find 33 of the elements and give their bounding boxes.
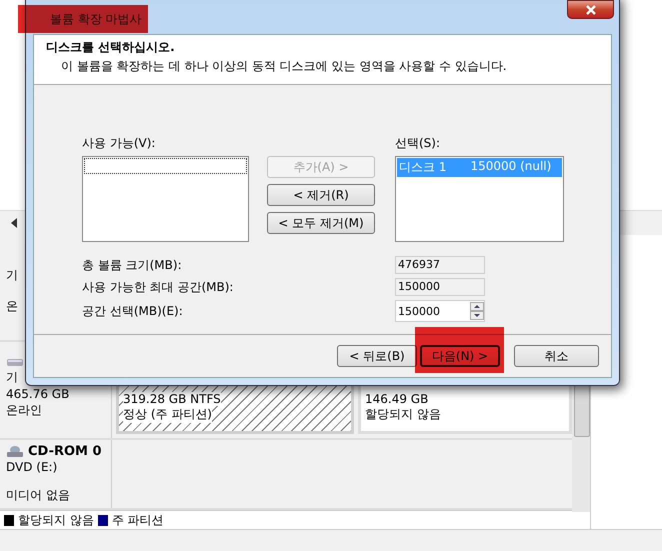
disk-info: 온 <box>6 298 18 316</box>
move-button[interactable]: < 모두 제거(M) <box>267 212 375 234</box>
list-label: 선택(S): <box>395 135 442 152</box>
disk-info: DVD (E:) <box>6 460 58 474</box>
wizard-button[interactable]: < 뒤로(B) <box>337 345 417 367</box>
cd-drive-icon <box>6 446 24 458</box>
disk-info: 기 <box>6 369 18 386</box>
readonly-field: 150000 <box>395 278 485 296</box>
disk-info: 기 <box>6 267 18 284</box>
window-title: 볼륨 확장 마법사 <box>50 11 142 28</box>
disk-name: CD-ROM 0 <box>28 444 102 460</box>
disk-info: 465.76 GB <box>6 387 70 402</box>
disk-status: 미디어 없음 <box>6 487 70 504</box>
available-list[interactable] <box>82 156 249 242</box>
field-label: 공간 선택(MB)(E): <box>82 302 184 320</box>
close-icon[interactable] <box>584 4 596 14</box>
scroll-left-icon[interactable] <box>10 218 18 228</box>
legend-label: 할당되지 않음 <box>18 512 94 529</box>
disk-info: 온라인 <box>6 402 42 420</box>
list-label: 사용 가능(V): <box>82 135 156 152</box>
field-label: 사용 가능한 최대 공간(MB): <box>82 278 234 296</box>
scrollbar-thumb[interactable] <box>574 385 590 437</box>
wizard-button[interactable]: 취소 <box>514 345 599 367</box>
disk-drive-icon <box>6 356 24 368</box>
legend-label: 주 파티션 <box>112 512 164 529</box>
page-heading: 디스크를 선택하십시오. <box>46 39 176 56</box>
spinner-arrows-icon[interactable] <box>470 302 484 320</box>
number-field[interactable]: 150000 <box>395 300 485 322</box>
close-button[interactable] <box>567 0 614 19</box>
field-label: 총 볼륨 크기(MB): <box>82 256 183 274</box>
move-button[interactable]: < 제거(R) <box>267 184 375 206</box>
readonly-field: 476937 <box>395 256 485 274</box>
page-description: 이 볼륨을 확장하는 데 하나 이상의 동적 디스크에 있는 영역을 사용할 수 있습니다. <box>60 58 508 75</box>
